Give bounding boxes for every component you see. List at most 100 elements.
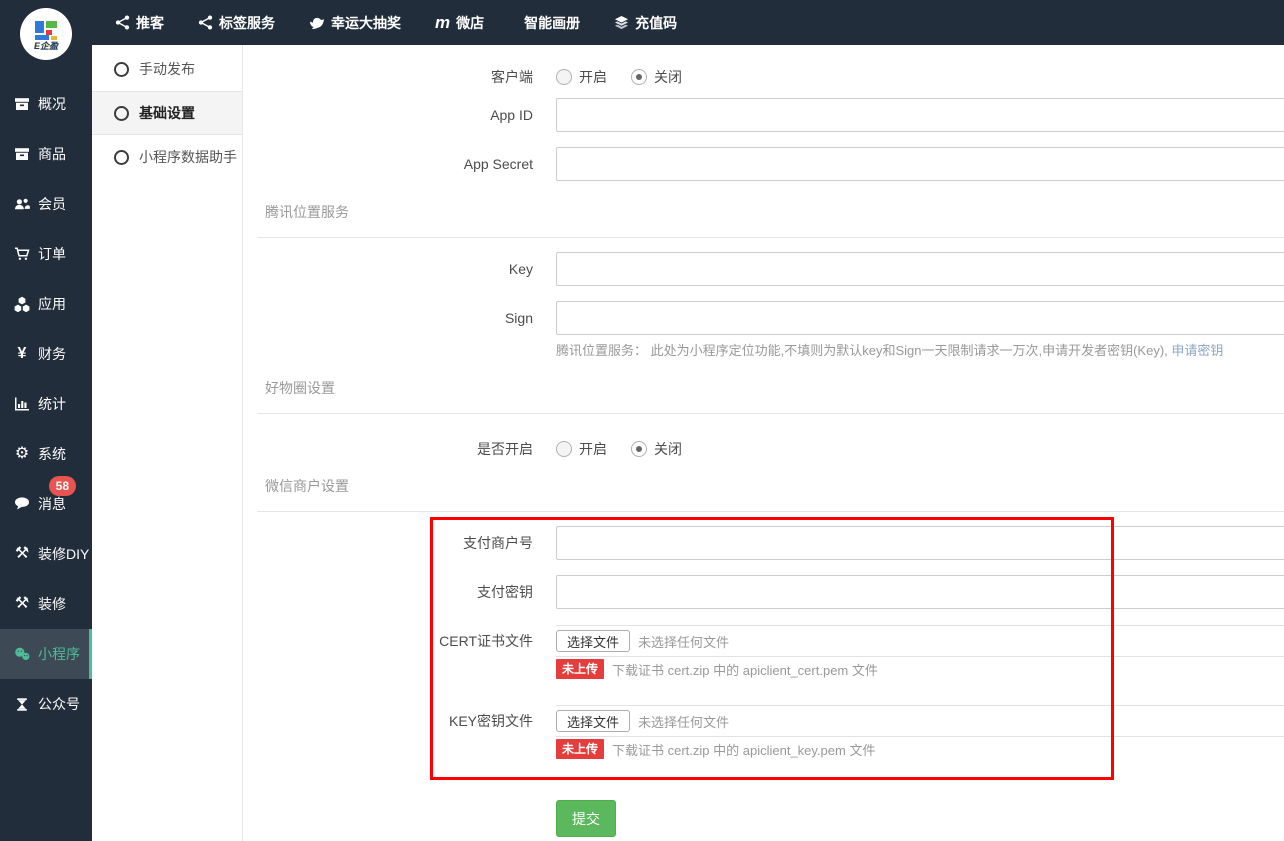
submenu-item[interactable]: 小程序数据助手 (92, 135, 242, 179)
sidebar-item[interactable]: 消息 58 (0, 479, 92, 529)
cert-help-text: 下载证书 cert.zip 中的 apiclient_cert.pem 文件 (612, 660, 878, 679)
client-open-radio[interactable] (556, 69, 572, 85)
sidebar-item[interactable]: 应用 (0, 279, 92, 329)
orders-icon (13, 246, 31, 262)
sign-label: Sign (243, 310, 533, 326)
sidebar-item[interactable]: 统计 (0, 379, 92, 429)
pay-mchid-label: 支付商户号 (243, 533, 533, 553)
haowu-enable-label: 是否开启 (243, 439, 533, 459)
haowu-enable-row: 是否开启 开启 关闭 (243, 432, 706, 466)
key-not-uploaded-badge: 未上传 (556, 739, 604, 759)
sidebar-item[interactable]: ⚒ 装修 (0, 579, 92, 629)
pay-key-label: 支付密钥 (243, 582, 533, 602)
nav-item[interactable]: m 微店 (435, 13, 484, 33)
sidebar-item[interactable]: 小程序 (0, 629, 92, 679)
brand-name: E企盈 (34, 42, 58, 51)
submenu: 手动发布 基础设置 小程序数据助手 (92, 45, 243, 841)
nav-item[interactable]: 推客 (115, 13, 164, 33)
haowu-open-radio[interactable] (556, 441, 572, 457)
location-help-text: 腾讯位置服务： 此处为小程序定位功能,不填则为默认key和Sign一天限制请求一… (556, 340, 1223, 359)
sign-input[interactable] (556, 301, 1284, 335)
finance-icon: ¥ (13, 346, 31, 362)
sidebar-item[interactable]: ⚙ 系统 (0, 429, 92, 479)
brand-logo[interactable]: E企盈 (20, 8, 72, 60)
key-help-text: 下载证书 cert.zip 中的 apiclient_key.pem 文件 (612, 740, 875, 759)
settings-form: 客户端 开启 关闭 App ID App Secret 腾讯位置服务 Key S… (243, 45, 1284, 841)
overview-icon (13, 96, 31, 112)
key-file-strip: 选择文件 未选择任何文件 (556, 705, 1284, 737)
cert-not-uploaded-badge: 未上传 (556, 659, 604, 679)
pay-key-input[interactable] (556, 575, 1284, 609)
app-secret-label: App Secret (243, 156, 533, 172)
key-file-row: KEY密钥文件 选择文件 未选择任何文件 (243, 705, 1284, 737)
app-secret-row: App Secret (243, 147, 1284, 181)
sidebar-item[interactable]: ¥ 财务 (0, 329, 92, 379)
haowu-radio-group: 开启 关闭 (556, 439, 706, 459)
stats-icon (13, 396, 31, 412)
app-id-input[interactable] (556, 98, 1284, 132)
sidebar-item[interactable]: 公众号 (0, 679, 92, 729)
apply-key-link[interactable]: 申请密钥 (1171, 343, 1223, 358)
circle-icon (114, 106, 129, 121)
members-icon (13, 196, 31, 212)
miniprogram-icon (13, 646, 31, 662)
sidebar-item[interactable]: ⚒ 装修DIY (0, 529, 92, 579)
pay-key-row: 支付密钥 (243, 575, 1284, 609)
haowu-close-radio[interactable] (631, 441, 647, 457)
dove-icon (309, 15, 325, 31)
submenu-item[interactable]: 手动发布 (92, 47, 242, 91)
cert-file-strip: 选择文件 未选择任何文件 (556, 625, 1284, 657)
client-radio-group: 开启 关闭 (556, 67, 706, 87)
nav-item[interactable]: 幸运大抽奖 (309, 13, 401, 33)
section-title-merchant: 微信商户设置 (265, 476, 349, 496)
share-icon (115, 15, 130, 30)
section-title-haowu: 好物圈设置 (265, 378, 335, 398)
recharge-icon (614, 15, 629, 30)
app-id-label: App ID (243, 107, 533, 123)
nav-item[interactable]: 智能画册 (518, 13, 580, 33)
circle-icon (114, 62, 129, 77)
submenu-item[interactable]: 基础设置 (92, 91, 242, 135)
key-file-label: KEY密钥文件 (243, 711, 533, 731)
diy-icon: ⚒ (13, 546, 31, 562)
section-divider (257, 237, 1284, 238)
sidebar: E企盈 概况 商品 会员 订单 (0, 0, 92, 841)
section-title-location: 腾讯位置服务 (265, 202, 349, 222)
message-icon (13, 496, 31, 512)
unread-count-badge: 58 (49, 476, 76, 496)
app-secret-input[interactable] (556, 147, 1284, 181)
section-divider (257, 413, 1284, 414)
nav-item[interactable]: 充值码 (614, 13, 677, 33)
key-status-row: 未上传 下载证书 cert.zip 中的 apiclient_key.pem 文… (556, 739, 875, 759)
sidebar-item[interactable]: 概况 (0, 79, 92, 129)
sign-row: Sign (243, 301, 1284, 335)
official-icon (13, 697, 31, 712)
key-input[interactable] (556, 252, 1284, 286)
key-file-placeholder: 未选择任何文件 (638, 712, 729, 731)
sidebar-item[interactable]: 商品 (0, 129, 92, 179)
system-icon: ⚙ (13, 446, 31, 462)
cert-status-row: 未上传 下载证书 cert.zip 中的 apiclient_cert.pem … (556, 659, 878, 679)
client-close-radio[interactable] (631, 69, 647, 85)
cert-file-placeholder: 未选择任何文件 (638, 632, 729, 651)
goods-icon (13, 146, 31, 162)
nav-item[interactable]: 标签服务 (198, 13, 275, 33)
cert-file-row: CERT证书文件 选择文件 未选择任何文件 (243, 625, 1284, 657)
cert-file-label: CERT证书文件 (243, 631, 533, 651)
sidebar-menu: 概况 商品 会员 订单 应用 (0, 79, 92, 729)
pay-mchid-input[interactable] (556, 526, 1284, 560)
app-id-row: App ID (243, 98, 1284, 132)
circle-icon (114, 150, 129, 165)
submit-button[interactable]: 提交 (556, 800, 616, 837)
share-icon (198, 15, 213, 30)
cert-choose-file-button[interactable]: 选择文件 (556, 630, 630, 652)
key-label: Key (243, 261, 533, 277)
key-row: Key (243, 252, 1284, 286)
client-row: 客户端 开启 关闭 (243, 60, 706, 94)
pay-mchid-row: 支付商户号 (243, 526, 1284, 560)
sidebar-item[interactable]: 订单 (0, 229, 92, 279)
sidebar-item[interactable]: 会员 (0, 179, 92, 229)
weidian-icon: m (435, 14, 450, 31)
key-choose-file-button[interactable]: 选择文件 (556, 710, 630, 732)
section-divider (257, 511, 1284, 512)
